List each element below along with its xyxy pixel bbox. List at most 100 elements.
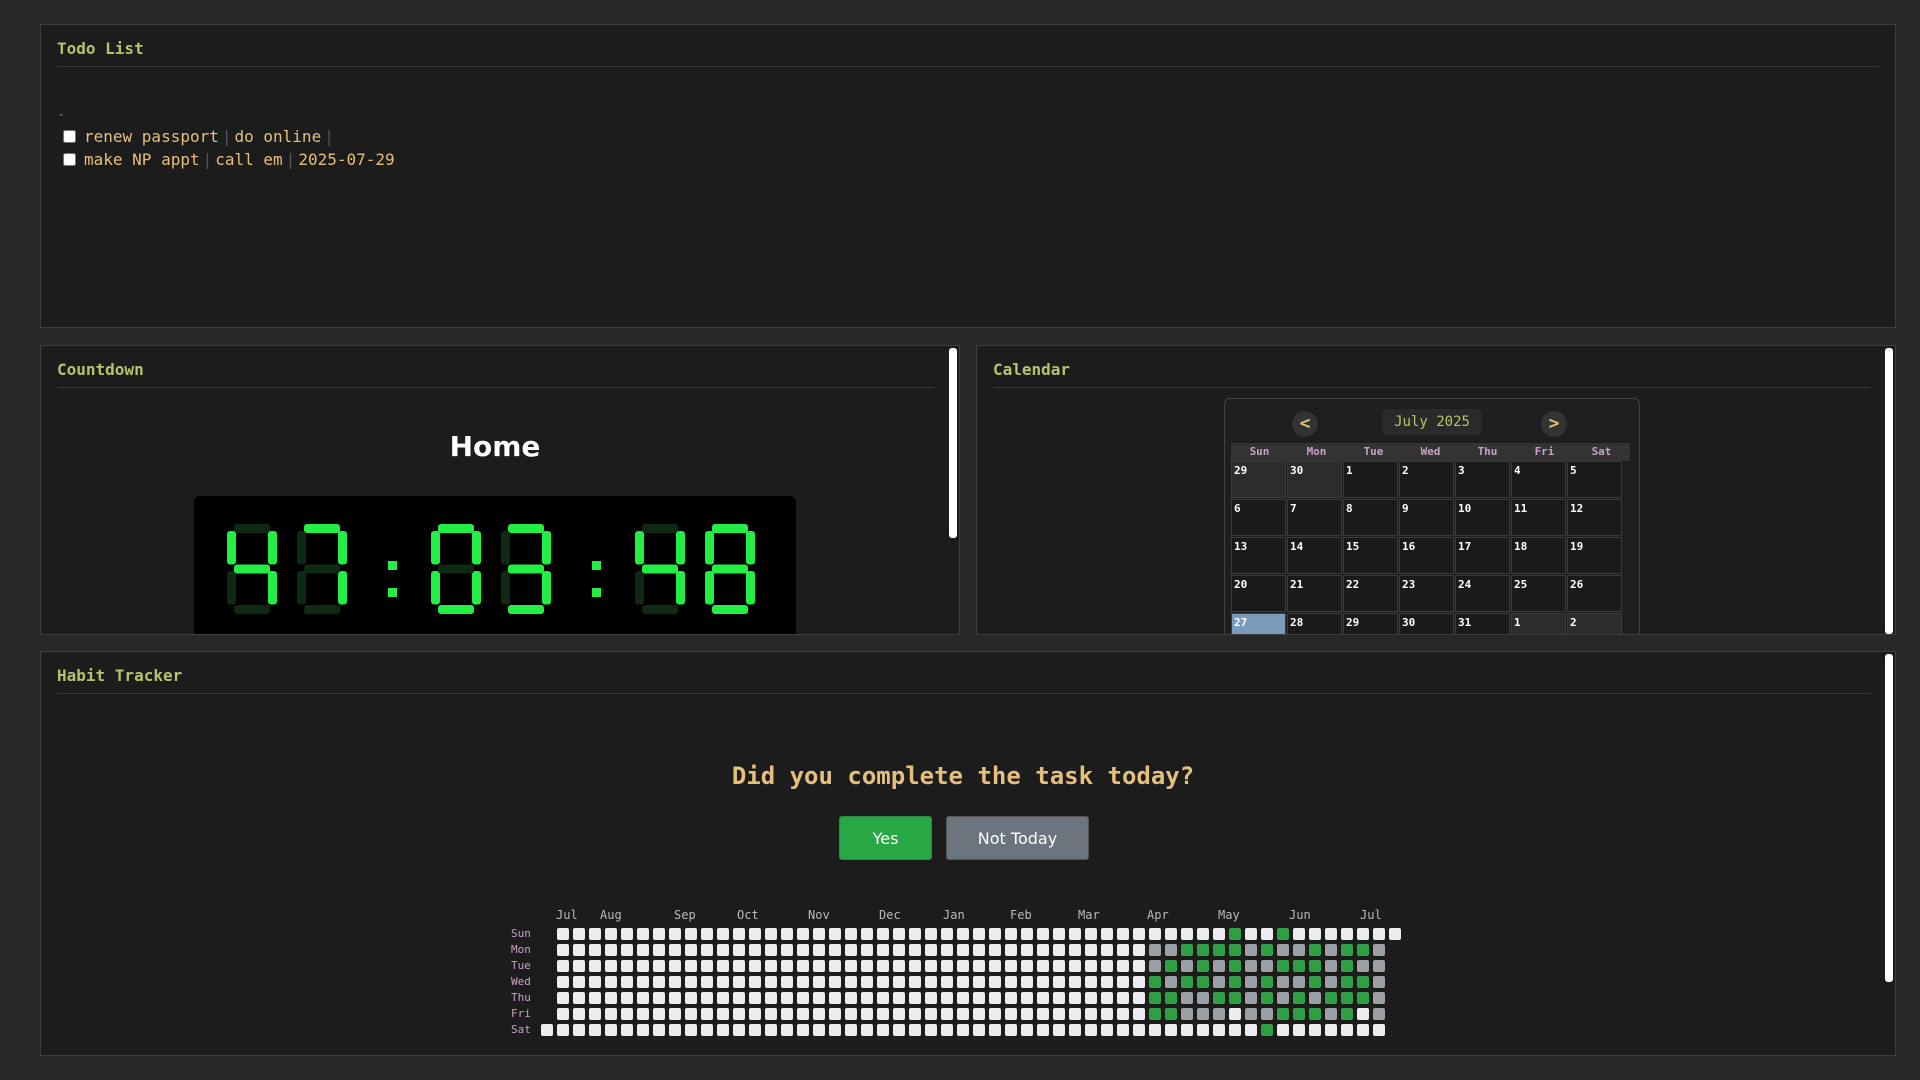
heatmap-cell: [637, 960, 649, 972]
segment-b: [542, 531, 551, 565]
segment-f: [635, 531, 644, 565]
calendar-day[interactable]: 11: [1511, 499, 1566, 536]
calendar-day[interactable]: 22: [1343, 575, 1398, 612]
prev-month-button[interactable]: <: [1292, 411, 1318, 437]
calendar-day[interactable]: 18: [1511, 537, 1566, 574]
calendar-day[interactable]: 19: [1567, 537, 1622, 574]
heatmap-cell: [1261, 976, 1273, 988]
todo-task[interactable]: renew passport: [84, 127, 219, 146]
todo-checkbox[interactable]: [63, 153, 76, 166]
calendar-day[interactable]: 2: [1567, 613, 1622, 634]
habit-panel: Habit Tracker Did you complete the task …: [40, 651, 1896, 1056]
calendar-scrollbar[interactable]: [1885, 348, 1893, 634]
calendar-day[interactable]: 28: [1287, 613, 1342, 634]
todo-checkbox[interactable]: [63, 130, 76, 143]
calendar-day[interactable]: 7: [1287, 499, 1342, 536]
calendar-day[interactable]: 30: [1399, 613, 1454, 634]
heatmap-cell: [973, 928, 985, 940]
calendar-day[interactable]: 15: [1343, 537, 1398, 574]
todo-dot: -: [57, 107, 66, 123]
todo-note[interactable]: do online: [235, 127, 322, 146]
heatmap-cell: [989, 1008, 1001, 1020]
calendar-day[interactable]: 21: [1287, 575, 1342, 612]
heatmap-cell: [797, 976, 809, 988]
calendar-day[interactable]: 17: [1455, 537, 1510, 574]
heatmap-cell: [1373, 960, 1385, 972]
calendar-day[interactable]: 1: [1343, 461, 1398, 498]
calendar-day[interactable]: 30: [1287, 461, 1342, 498]
heatmap-cell: [1373, 976, 1385, 988]
calendar-day[interactable]: 16: [1399, 537, 1454, 574]
heatmap-cell: [877, 1024, 889, 1036]
heatmap-cell: [557, 976, 569, 988]
not-today-button[interactable]: Not Today: [946, 816, 1089, 860]
calendar-day[interactable]: 8: [1343, 499, 1398, 536]
month-label[interactable]: July 2025: [1382, 409, 1482, 435]
heatmap-cell: [717, 944, 729, 956]
heatmap-cell: [573, 992, 585, 1004]
heatmap-cell: [1053, 928, 1065, 940]
calendar-day[interactable]: 2: [1399, 461, 1454, 498]
heatmap-cell: [765, 976, 777, 988]
heatmap-day-label: Wed: [511, 975, 531, 988]
heatmap-cell: [637, 944, 649, 956]
heatmap-cell: [1085, 944, 1097, 956]
heatmap-cell: [717, 1008, 729, 1020]
segment-f: [501, 531, 510, 565]
colon-dot: [592, 588, 601, 597]
segment-f: [431, 531, 440, 565]
heatmap-cell: [1021, 960, 1033, 972]
calendar-day[interactable]: 29: [1343, 613, 1398, 634]
heatmap-cell: [669, 992, 681, 1004]
heatmap-cell: [1181, 960, 1193, 972]
heatmap-cell: [1197, 928, 1209, 940]
heatmap-cell: [829, 992, 841, 1004]
heatmap-cell: [861, 992, 873, 1004]
habit-scrollbar[interactable]: [1885, 654, 1893, 982]
heatmap-cell: [1373, 1024, 1385, 1036]
calendar-day[interactable]: 13: [1231, 537, 1286, 574]
countdown-scrollbar[interactable]: [949, 348, 957, 538]
calendar-day[interactable]: 14: [1287, 537, 1342, 574]
todo-due[interactable]: 2025-07-29: [298, 150, 394, 169]
calendar-day[interactable]: 4: [1511, 461, 1566, 498]
heatmap-cell: [1213, 1008, 1225, 1020]
calendar-day[interactable]: 10: [1455, 499, 1510, 536]
heatmap-cell: [1021, 1008, 1033, 1020]
heatmap-cell: [1053, 1024, 1065, 1036]
calendar-day[interactable]: 31: [1455, 613, 1510, 634]
heatmap-cell: [797, 928, 809, 940]
heatmap-cell: [1005, 976, 1017, 988]
heatmap-cell: [957, 960, 969, 972]
heatmap-cell: [637, 1024, 649, 1036]
calendar-day[interactable]: 6: [1231, 499, 1286, 536]
calendar-day[interactable]: 20: [1231, 575, 1286, 612]
segment-f: [227, 531, 236, 565]
segment-d: [438, 605, 474, 614]
weekday-label: Fri: [1534, 445, 1555, 458]
calendar-day[interactable]: 9: [1399, 499, 1454, 536]
yes-button[interactable]: Yes: [839, 816, 932, 860]
calendar-day[interactable]: 26: [1567, 575, 1622, 612]
heatmap-cell: [653, 928, 665, 940]
next-month-button[interactable]: >: [1541, 411, 1567, 437]
calendar-day[interactable]: 24: [1455, 575, 1510, 612]
calendar-day[interactable]: 23: [1399, 575, 1454, 612]
heatmap-cell: [701, 944, 713, 956]
calendar-day[interactable]: 1: [1511, 613, 1566, 634]
heatmap-cell: [1149, 928, 1161, 940]
calendar-day[interactable]: 12: [1567, 499, 1622, 536]
heatmap-cell: [557, 1024, 569, 1036]
calendar-day[interactable]: 29: [1231, 461, 1286, 498]
heatmap-cell: [925, 976, 937, 988]
calendar-day[interactable]: 5: [1567, 461, 1622, 498]
calendar-day-today[interactable]: 27: [1231, 613, 1286, 634]
heatmap-cell: [589, 1008, 601, 1020]
calendar-day[interactable]: 25: [1511, 575, 1566, 612]
heatmap-cell: [861, 1024, 873, 1036]
heatmap-cell: [941, 976, 953, 988]
calendar-day[interactable]: 3: [1455, 461, 1510, 498]
todo-note[interactable]: call em: [215, 150, 282, 169]
heatmap-cell: [1085, 960, 1097, 972]
todo-task[interactable]: make NP appt: [84, 150, 200, 169]
